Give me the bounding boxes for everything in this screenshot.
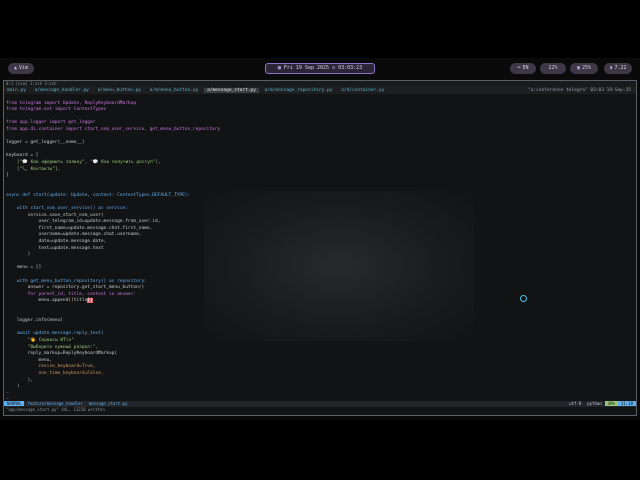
code-line: one_time_keyboard=False, [6, 370, 104, 376]
code-line: for parent_id, title, context in answer: [6, 291, 137, 297]
code-editor[interactable]: from telegram import Update, ReplyKeyboa… [6, 94, 634, 415]
keyboard-icon: ⌨ [517, 65, 521, 71]
terminal-window[interactable]: 0:1 [vim] 2:zsh 3:zsh main.py a/message_… [3, 80, 637, 416]
code-line: user_telegram_id=update.message.from_use… [6, 219, 161, 225]
code-line: reply_markup=ReplyKeyboardMarkup( [6, 351, 118, 357]
code-line: menu = [] [6, 265, 42, 271]
date-text: Fri 19 Sep 2025 [283, 65, 330, 71]
code-line: ] [6, 173, 9, 179]
code-line: await update.message.reply_text( [6, 331, 104, 337]
tab-menu-button[interactable]: a/menu_button.py [95, 88, 144, 93]
code-line: answer = repository.get_start_menu_butto… [6, 285, 145, 291]
code-line: ) [6, 384, 20, 390]
code-line: resize_keyboard=True, [6, 364, 96, 370]
memory-icon: ▣ [576, 65, 580, 71]
code-line: from app.logger import get_logger [6, 120, 96, 126]
vim-cmdline[interactable]: "app/message_start.py" 44L, 1321B writte… [4, 407, 636, 413]
git-branch: feature/message_handler [27, 401, 83, 406]
workspace-icon: ▲ [13, 65, 17, 71]
scroll-percent: 49% [604, 401, 618, 406]
tab-message-handler[interactable]: a/message_handler.py [32, 88, 92, 93]
code-line: from app.di.container import start_osm_u… [6, 126, 221, 132]
battery-icon: ▮ [609, 65, 613, 71]
tab-message-repository[interactable]: a/m/message_repository.py [262, 88, 336, 93]
code-line: ["💬 Как оформить заявку", "💬 Как получит… [6, 159, 161, 165]
code-line: with start_osm_user_service() as service… [6, 206, 128, 212]
code-line: date=update.message.date, [6, 239, 107, 245]
empty-line-tilde: ~ [6, 390, 9, 396]
text-cursor: ]) [87, 298, 93, 304]
file-encoding: utf-8 [569, 401, 582, 406]
code-line: ), [6, 377, 34, 383]
cursor-position: 31:18 [617, 401, 636, 406]
keyboard-layout-pill[interactable]: ⌨ EN [510, 63, 536, 74]
letterbox-bottom [0, 420, 640, 480]
vim-tabline: main.py a/message_handler.py a/menu_butt… [4, 87, 636, 94]
tab-container[interactable]: a/d/container.py [338, 88, 387, 93]
tab-m-menu-button[interactable]: a/m/menu_button.py [147, 88, 202, 93]
battery-pill[interactable]: ▮ 7.22 [604, 63, 632, 74]
code-line-cursor: menu.append([title]) [6, 298, 93, 304]
code-line: ["📞 Контакты"], [6, 166, 61, 172]
code-line: keyboard = [ [6, 153, 39, 159]
clock-widget[interactable]: ▦ Fri 19 Sep 2025 ◷ 03:03:23 [265, 63, 375, 74]
system-top-bar: ▲ Vim ▦ Fri 19 Sep 2025 ◷ 03:03:23 ⌨ EN 22… [0, 60, 640, 78]
tabline-info: "a:conference telegra" 03:03 19-Sep-25 [528, 88, 631, 93]
code-line: logger = get_logger(__name__) [6, 140, 85, 146]
status-filename: message_start.py [88, 401, 128, 406]
code-line: from telegram.ext import ContextTypes [6, 107, 107, 113]
code-line: "👋 Сервисы ИТ\n" [6, 337, 74, 343]
mode-indicator: NORMAL [4, 401, 25, 406]
cpu-pill[interactable]: 22% [540, 63, 566, 74]
code-line: logger.info(menu) [6, 318, 63, 324]
code-line: menu, [6, 357, 53, 363]
mouse-cursor [520, 295, 527, 302]
letterbox-top [0, 0, 640, 58]
memory-pill[interactable]: ▣ 25% [570, 63, 598, 74]
tab-message-start[interactable]: a/message_start.py [204, 88, 259, 93]
time-text: 03:03:23 [338, 65, 363, 71]
file-format: python [587, 401, 602, 406]
tab-main[interactable]: main.py [4, 88, 29, 93]
code-line: text=update.message.text [6, 245, 104, 251]
code-line: ) [6, 252, 31, 258]
workspace-pill[interactable]: ▲ Vim [8, 63, 34, 74]
code-line: async def start(update: Update, context:… [6, 192, 191, 198]
